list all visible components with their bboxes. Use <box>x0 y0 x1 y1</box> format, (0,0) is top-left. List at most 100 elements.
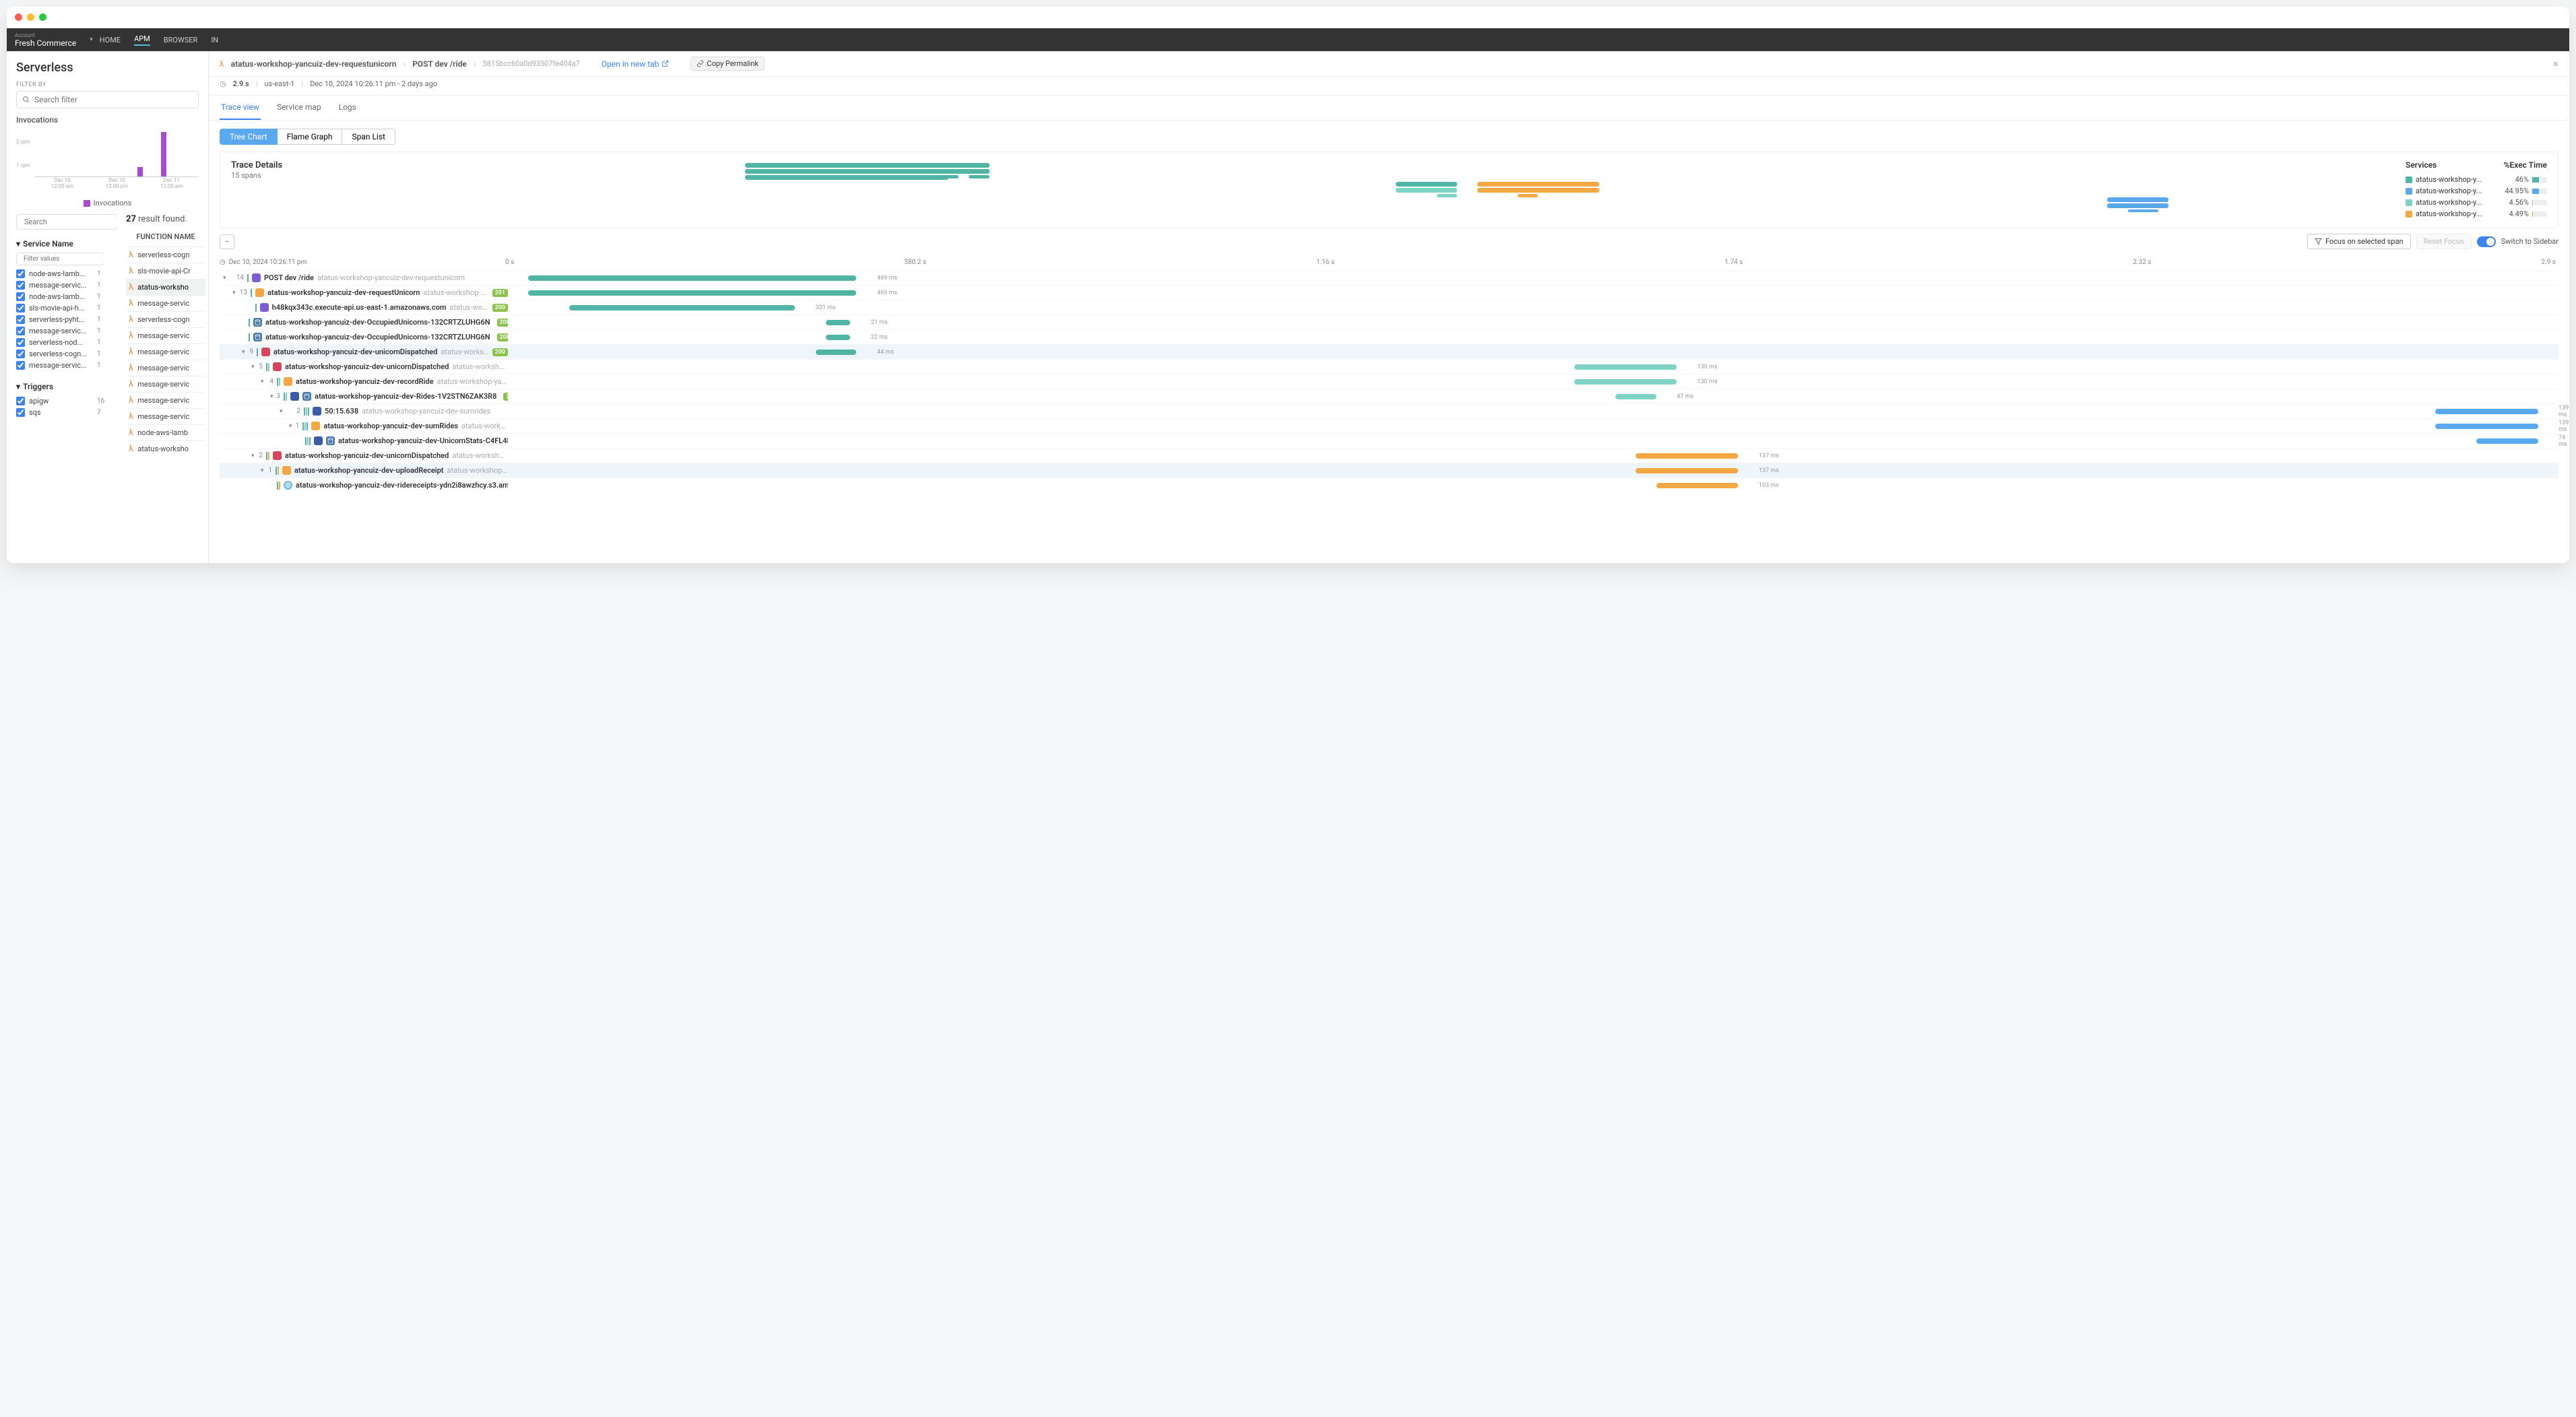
facet-checkbox[interactable] <box>16 327 25 335</box>
caret-icon[interactable]: ▾ <box>261 378 264 385</box>
facet-group-service-name[interactable]: ▾ Service Name <box>16 235 121 253</box>
search-filter-field[interactable] <box>34 95 193 104</box>
facet-checkbox[interactable] <box>16 269 25 278</box>
account-switcher[interactable]: Account Fresh Commerce <box>15 32 76 48</box>
span-track[interactable]: 47 ms <box>508 389 2558 403</box>
span-track[interactable]: 137 ms <box>508 463 2558 477</box>
service-row[interactable]: atatus-workshop-y... 44.95% <box>2406 185 2547 197</box>
collapse-all-button[interactable]: − <box>220 234 234 249</box>
facet-row[interactable]: node-aws-lamb... 1 <box>16 268 121 279</box>
facet-row[interactable]: serverless-pyht... 1 <box>16 314 121 325</box>
span-row[interactable]: atatus-workshop-yancuiz-dev-OccupiedUnic… <box>220 329 2558 344</box>
span-track[interactable]: 44 ms <box>508 345 2558 359</box>
span-row[interactable]: ▾ 2 50:15.638 atatus-workshop-yancuiz-de… <box>220 403 2558 418</box>
facet-row[interactable]: message-servic... 1 <box>16 360 121 371</box>
facet-row[interactable]: sls-movie-api-h... 1 <box>16 302 121 314</box>
function-row[interactable]: λserverless-cogn <box>126 311 205 327</box>
open-new-tab-link[interactable]: Open in new tab <box>602 59 670 69</box>
facet-group-triggers[interactable]: ▾ Triggers <box>16 378 121 395</box>
facet-checkbox[interactable] <box>16 281 25 290</box>
span-row[interactable]: ▾ 14 POST dev /ride atatus-workshop-yanc… <box>220 270 2558 285</box>
span-row[interactable]: ▾ 1 atatus-workshop-yancuiz-dev-sumRides… <box>220 418 2558 433</box>
span-row[interactable]: ▾ 2 atatus-workshop-yancuiz-dev-unicornD… <box>220 448 2558 463</box>
span-track[interactable]: 130 ms <box>508 360 2558 374</box>
caret-icon[interactable]: ▾ <box>261 467 264 474</box>
facet-row[interactable]: message-servic... 1 <box>16 279 121 291</box>
facet-row[interactable]: message-servic... 1 <box>16 325 121 337</box>
nav-browser[interactable]: BROWSER <box>164 36 198 44</box>
service-row[interactable]: atatus-workshop-y... 46% <box>2406 174 2547 185</box>
function-row[interactable]: λnode-aws-lamb <box>126 424 205 440</box>
facet-row[interactable]: apigw 16 <box>16 395 121 407</box>
tab-logs[interactable]: Logs <box>337 96 358 120</box>
viewmode-tree-chart[interactable]: Tree Chart <box>220 129 278 145</box>
invocations-chart[interactable]: 2 rpm 1 rpm Dec 10 12:00 am D <box>16 130 199 191</box>
maximize-window-icon[interactable] <box>39 13 46 21</box>
facet-checkbox[interactable] <box>16 338 25 347</box>
caret-icon[interactable]: ▾ <box>223 275 230 282</box>
span-track[interactable]: 130 ms <box>508 374 2558 389</box>
focus-selected-button[interactable]: Focus on selected span <box>2307 234 2411 249</box>
caret-icon[interactable]: ▾ <box>232 290 236 296</box>
minimize-window-icon[interactable] <box>27 13 34 21</box>
facet-checkbox[interactable] <box>16 350 25 358</box>
facet-row[interactable]: serverless-nod... 1 <box>16 337 121 348</box>
span-row[interactable]: ▾ 4 atatus-workshop-yancuiz-dev-recordRi… <box>220 374 2558 389</box>
span-track[interactable]: 21 ms <box>508 315 2558 329</box>
span-row[interactable]: atatus-workshop-yancuiz-dev-ridereceipts… <box>220 477 2558 492</box>
span-track[interactable]: 331 ms <box>508 300 2558 315</box>
span-row[interactable]: h48kqx343c.execute-api.us-east-1.amazona… <box>220 300 2558 315</box>
facet-checkbox[interactable] <box>16 292 25 301</box>
caret-icon[interactable]: ▾ <box>289 423 292 430</box>
facet-checkbox[interactable] <box>16 408 25 417</box>
chevron-down-icon[interactable]: ▾ <box>90 36 93 43</box>
facet-checkbox[interactable] <box>16 315 25 324</box>
facet-row[interactable]: serverless-cogn... 1 <box>16 348 121 360</box>
span-track[interactable]: 103 ms <box>508 478 2558 492</box>
span-row[interactable]: atatus-workshop-yancuiz-dev-UnicornStats… <box>220 433 2558 448</box>
function-row[interactable]: λmessage-servic <box>126 327 205 343</box>
facet-search[interactable] <box>16 214 117 230</box>
function-row[interactable]: λserverless-cogn <box>126 246 205 263</box>
span-row[interactable]: ▾ 13 atatus-workshop-yancuiz-dev-request… <box>220 285 2558 300</box>
sidebar-toggle[interactable] <box>2477 236 2496 247</box>
span-track[interactable]: 469 ms <box>508 271 2558 285</box>
filter-values-field[interactable] <box>24 255 113 263</box>
span-row[interactable]: atatus-workshop-yancuiz-dev-OccupiedUnic… <box>220 315 2558 329</box>
viewmode-flame-graph[interactable]: Flame Graph <box>278 129 343 145</box>
function-row[interactable]: λmessage-servic <box>126 343 205 360</box>
function-row[interactable]: λatatus-worksho <box>126 440 205 457</box>
span-track[interactable]: 139 ms <box>508 404 2558 418</box>
span-track[interactable]: 469 ms <box>508 286 2558 300</box>
breadcrumb-operation[interactable]: POST dev /ride <box>412 59 467 69</box>
close-window-icon[interactable] <box>15 13 22 21</box>
nav-home[interactable]: HOME <box>100 36 121 44</box>
caret-icon[interactable]: ▾ <box>280 408 286 415</box>
function-row[interactable]: λmessage-servic <box>126 376 205 392</box>
span-row[interactable]: ▾ 5 atatus-workshop-yancuiz-dev-unicornD… <box>220 359 2558 374</box>
span-track[interactable]: 137 ms <box>508 449 2558 463</box>
span-row[interactable]: ▾ 3 atatus-workshop-yancuiz-dev-Rides-1V… <box>220 389 2558 403</box>
nav-more[interactable]: IN <box>211 36 218 44</box>
function-row[interactable]: λmessage-servic <box>126 408 205 424</box>
close-icon[interactable]: × <box>2552 57 2558 70</box>
facet-checkbox[interactable] <box>16 361 25 370</box>
nav-apm[interactable]: APM <box>134 34 150 46</box>
span-track[interactable]: 139 ms <box>508 419 2558 433</box>
search-filter-input[interactable] <box>16 91 199 108</box>
span-row[interactable]: ▾ 9 atatus-workshop-yancuiz-dev-unicornD… <box>220 344 2558 359</box>
service-row[interactable]: atatus-workshop-y... 4.56% <box>2406 197 2547 208</box>
facet-checkbox[interactable] <box>16 397 25 405</box>
facet-row[interactable]: node-aws-lamb... 1 <box>16 291 121 302</box>
caret-icon[interactable]: ▾ <box>242 349 245 356</box>
span-row[interactable]: ▾ 1 atatus-workshop-yancuiz-dev-uploadRe… <box>220 463 2558 477</box>
viewmode-span-list[interactable]: Span List <box>342 129 395 145</box>
service-row[interactable]: atatus-workshop-y... 4.49% <box>2406 208 2547 220</box>
span-track[interactable]: 22 ms <box>508 330 2558 344</box>
facet-checkbox[interactable] <box>16 304 25 312</box>
function-row[interactable]: λmessage-servic <box>126 295 205 311</box>
tab-service-map[interactable]: Service map <box>276 96 323 120</box>
function-row[interactable]: λmessage-servic <box>126 360 205 376</box>
function-row[interactable]: λsls-movie-api-Cr <box>126 263 205 279</box>
function-row[interactable]: λatatus-worksho <box>126 279 205 295</box>
